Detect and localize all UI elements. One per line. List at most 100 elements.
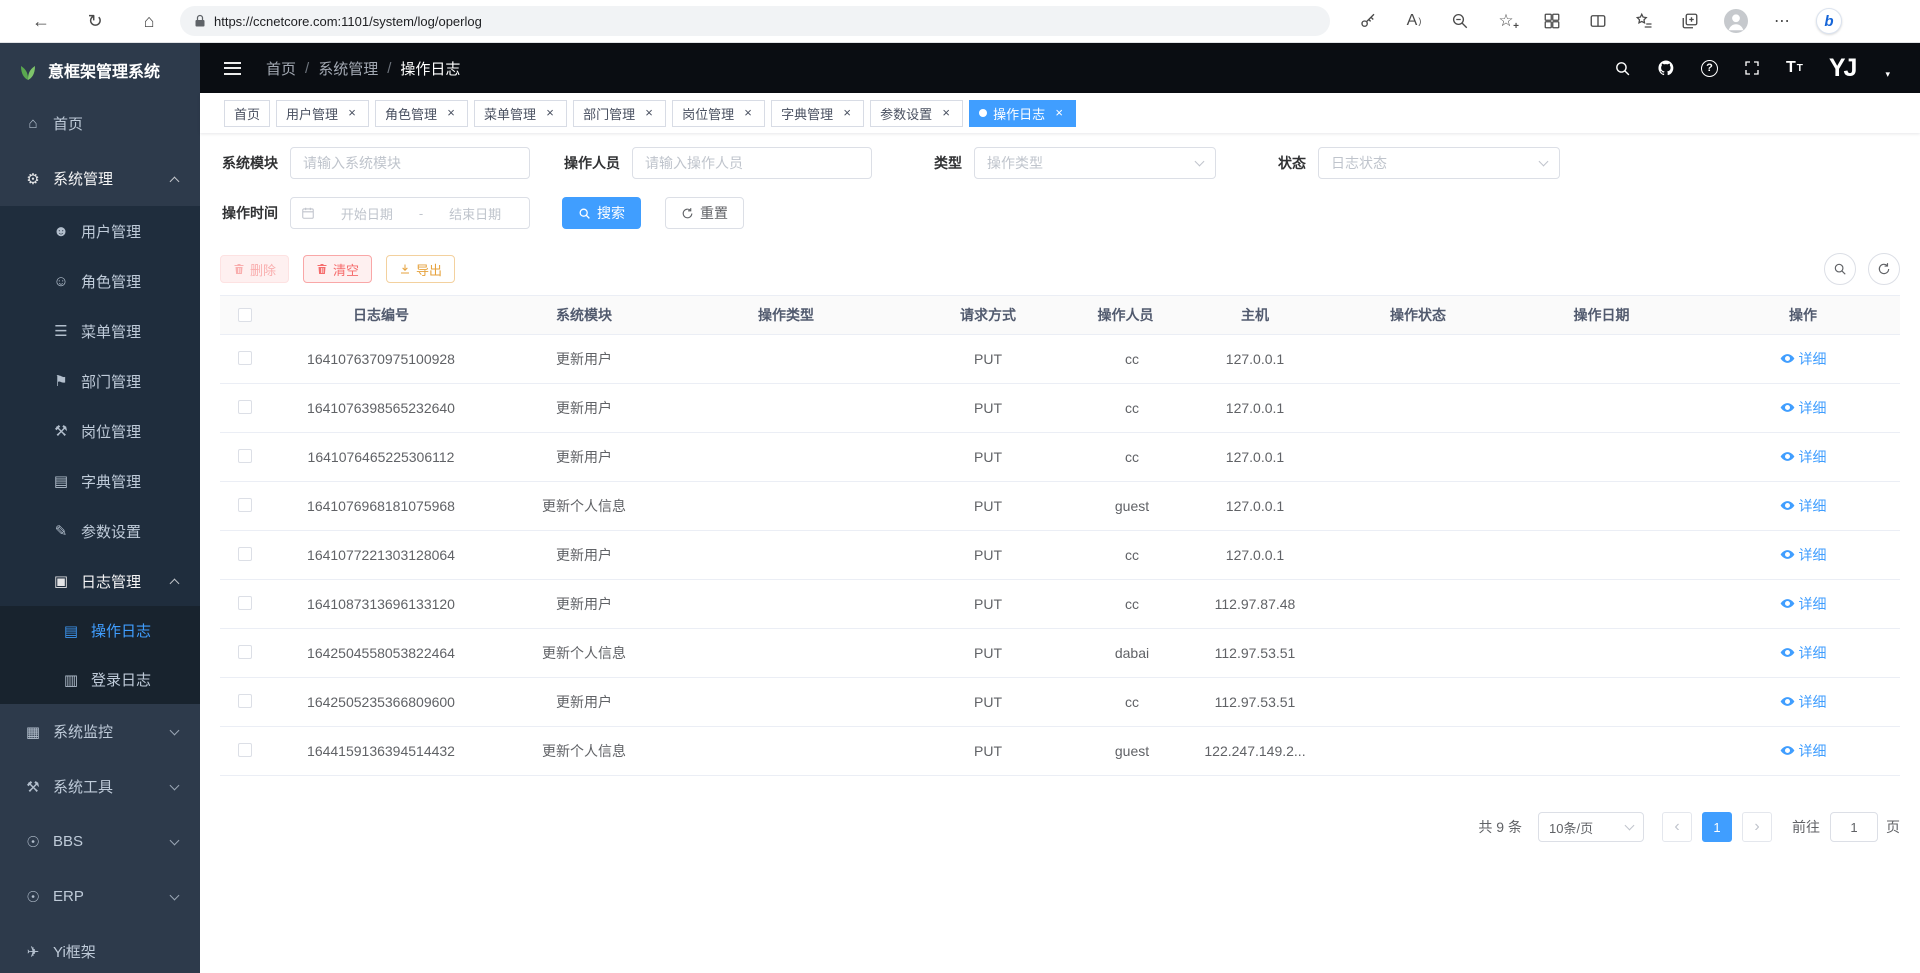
row-checkbox[interactable]: [238, 596, 252, 610]
row-checkbox[interactable]: [238, 547, 252, 561]
clear-button[interactable]: 清空: [303, 255, 372, 283]
tab[interactable]: 参数设置 ×: [870, 100, 963, 127]
sidebar-item[interactable]: ⚒ 系统工具: [0, 759, 200, 814]
sidebar-item[interactable]: ▤ 操作日志: [0, 606, 200, 655]
detail-link[interactable]: 详细: [1780, 447, 1827, 467]
help-icon[interactable]: ?: [1701, 60, 1718, 77]
password-key-icon[interactable]: [1356, 9, 1380, 33]
sidebar-item[interactable]: ▤ 字典管理: [0, 456, 200, 506]
operator-input[interactable]: [632, 147, 872, 179]
sidebar-item[interactable]: ⌂ 首页: [0, 96, 200, 151]
favorites-icon[interactable]: [1632, 9, 1656, 33]
github-icon[interactable]: [1657, 59, 1675, 77]
close-icon[interactable]: ×: [642, 106, 656, 120]
browser-profile-avatar[interactable]: [1724, 9, 1748, 33]
sidebar-item[interactable]: ☺ 角色管理: [0, 256, 200, 306]
browser-back-button[interactable]: ←: [14, 11, 68, 32]
sort-desc-icon[interactable]: [1635, 316, 1643, 324]
sidebar-item[interactable]: ✈ Yi框架: [0, 924, 200, 973]
export-button[interactable]: 导出: [386, 255, 455, 283]
sort-asc-icon[interactable]: [1159, 306, 1167, 314]
th-date[interactable]: 操作日期: [1510, 305, 1706, 325]
sidebar-item[interactable]: ▦ 系统监控: [0, 704, 200, 759]
browser-home-button[interactable]: ⌂: [122, 11, 176, 32]
sidebar-item[interactable]: ☉ ERP: [0, 869, 200, 924]
close-icon[interactable]: ×: [939, 106, 953, 120]
browser-settings-menu-icon[interactable]: ⋯: [1770, 9, 1794, 33]
tab[interactable]: 部门管理 ×: [573, 100, 666, 127]
sidebar-item[interactable]: ⚙ 系统管理: [0, 151, 200, 206]
sidebar-toggle-button[interactable]: [224, 62, 250, 75]
page-number-button[interactable]: 1: [1702, 812, 1732, 842]
font-size-icon[interactable]: TT: [1786, 59, 1803, 77]
close-icon[interactable]: ×: [741, 106, 755, 120]
browser-tools-icon[interactable]: [1540, 9, 1564, 33]
detail-link[interactable]: 详细: [1780, 692, 1827, 712]
row-checkbox[interactable]: [238, 498, 252, 512]
next-page-button[interactable]: ›: [1742, 812, 1772, 842]
sidebar-item[interactable]: ▥ 登录日志: [0, 655, 200, 704]
fullscreen-icon[interactable]: [1744, 60, 1760, 76]
address-bar[interactable]: https://ccnetcore.com:1101/system/log/op…: [180, 6, 1330, 36]
sidebar-item[interactable]: ▣ 日志管理: [0, 556, 200, 606]
detail-link[interactable]: 详细: [1780, 643, 1827, 663]
row-checkbox[interactable]: [238, 351, 252, 365]
tab[interactable]: 首页: [224, 100, 270, 127]
close-icon[interactable]: ×: [1052, 106, 1066, 120]
sort-icons[interactable]: [1159, 306, 1167, 324]
read-aloud-icon[interactable]: A): [1402, 9, 1426, 33]
tab[interactable]: 操作日志 ×: [969, 100, 1076, 127]
sidebar-item[interactable]: ☰ 菜单管理: [0, 306, 200, 356]
status-select[interactable]: 日志状态: [1318, 147, 1560, 179]
detail-link[interactable]: 详细: [1780, 496, 1827, 516]
sidebar-item[interactable]: ⚒ 岗位管理: [0, 406, 200, 456]
tab[interactable]: 菜单管理 ×: [474, 100, 567, 127]
browser-reload-button[interactable]: ↻: [68, 11, 122, 32]
tab[interactable]: 字典管理 ×: [771, 100, 864, 127]
close-icon[interactable]: ×: [345, 106, 359, 120]
sidebar-item[interactable]: ✎ 参数设置: [0, 506, 200, 556]
delete-button[interactable]: 删除: [220, 255, 289, 283]
close-icon[interactable]: ×: [543, 106, 557, 120]
sidebar-item[interactable]: ⚑ 部门管理: [0, 356, 200, 406]
bing-chat-icon[interactable]: b: [1816, 8, 1842, 34]
search-icon[interactable]: [1614, 60, 1631, 77]
row-checkbox[interactable]: [238, 694, 252, 708]
detail-link[interactable]: 详细: [1780, 741, 1827, 761]
search-button[interactable]: 搜索: [562, 197, 641, 229]
reset-button[interactable]: 重置: [665, 197, 744, 229]
type-select[interactable]: 操作类型: [974, 147, 1216, 179]
split-screen-icon[interactable]: [1586, 9, 1610, 33]
user-avatar-logo[interactable]: YJ: [1829, 54, 1856, 83]
row-checkbox[interactable]: [238, 743, 252, 757]
page-size-select[interactable]: 10条/页: [1538, 812, 1644, 842]
detail-link[interactable]: 详细: [1780, 545, 1827, 565]
row-checkbox[interactable]: [238, 645, 252, 659]
sort-desc-icon[interactable]: [1159, 316, 1167, 324]
tab[interactable]: 岗位管理 ×: [672, 100, 765, 127]
detail-link[interactable]: 详细: [1780, 398, 1827, 418]
row-checkbox[interactable]: [238, 400, 252, 414]
app-logo[interactable]: 意框架管理系统: [0, 43, 200, 96]
sort-asc-icon[interactable]: [1635, 306, 1643, 314]
select-all-checkbox[interactable]: [238, 308, 252, 322]
collections-icon[interactable]: [1678, 9, 1702, 33]
refresh-table-button[interactable]: [1868, 253, 1900, 285]
prev-page-button[interactable]: ‹: [1662, 812, 1692, 842]
detail-link[interactable]: 详细: [1780, 594, 1827, 614]
toggle-search-button[interactable]: [1824, 253, 1856, 285]
date-range-picker[interactable]: 开始日期 - 结束日期: [290, 197, 530, 229]
sort-icons[interactable]: [1635, 306, 1643, 324]
sidebar-item[interactable]: ☉ BBS: [0, 814, 200, 869]
zoom-out-icon[interactable]: [1448, 9, 1472, 33]
row-checkbox[interactable]: [238, 449, 252, 463]
goto-page-input[interactable]: [1830, 812, 1878, 842]
close-icon[interactable]: ×: [444, 106, 458, 120]
sidebar-item[interactable]: ☻ 用户管理: [0, 206, 200, 256]
tab[interactable]: 角色管理 ×: [375, 100, 468, 127]
module-input[interactable]: [290, 147, 530, 179]
detail-link[interactable]: 详细: [1780, 349, 1827, 369]
tab[interactable]: 用户管理 ×: [276, 100, 369, 127]
breadcrumb-home[interactable]: 首页: [266, 58, 296, 79]
add-favorite-icon[interactable]: ☆+: [1494, 9, 1518, 33]
